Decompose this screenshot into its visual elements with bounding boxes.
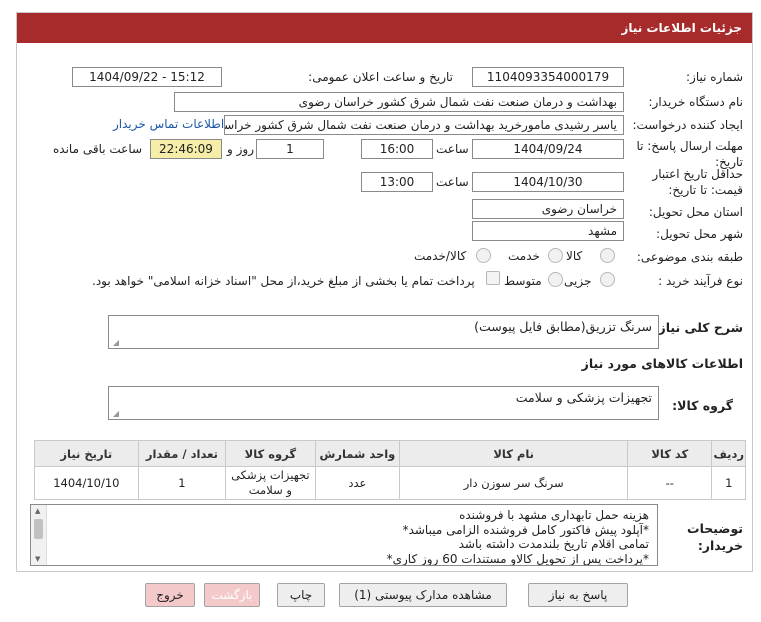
notes-line: *آپلود پیش فاکتور کامل فروشنده الزامی می… — [402, 522, 649, 537]
cell-need-date: 1404/10/10 — [34, 466, 139, 500]
general-desc-textarea[interactable]: سرنگ تزریق(مطابق فایل پیوست) ◢ — [108, 315, 659, 349]
deadline-time-label: ساعت — [436, 142, 469, 156]
purchase-radio-minor[interactable] — [600, 272, 615, 287]
deadline-days-label: روز و — [227, 142, 254, 156]
col-quantity: تعداد / مقدار — [137, 440, 227, 467]
need-number-label: شماره نیاز: — [686, 70, 743, 84]
exit-button[interactable]: خروج — [145, 583, 195, 607]
buyer-org-field: بهداشت و درمان صنعت نفت شمال شرق کشور خر… — [174, 92, 624, 112]
back-button[interactable]: بازگشت — [204, 583, 260, 607]
col-item-code: کد کالا — [627, 440, 713, 467]
notes-scrollbar[interactable]: ▲ ▼ — [31, 505, 47, 565]
cell-item-name: سرنگ سر سوزن دار — [399, 466, 629, 500]
notes-line: تمامی اقلام تاریخ بلندمدت داشته باشد — [458, 537, 649, 551]
buyer-contact-link[interactable]: اطلاعات تماس خریدار — [113, 117, 224, 131]
purchase-option-minor: جزیی — [564, 274, 592, 288]
announce-field: 1404/09/22 - 15:12 — [72, 67, 222, 87]
remaining-time-field: 22:46:09 — [150, 139, 222, 159]
cell-item-code: -- — [627, 466, 713, 500]
col-item-name: نام کالا — [399, 440, 629, 467]
scroll-thumb[interactable] — [34, 519, 43, 539]
notes-line: *پرداخت پس از تحویل کالاو مستندات 60 روز… — [386, 551, 649, 566]
panel-header: جزئیات اطلاعات نیاز — [17, 13, 752, 43]
page-title: جزئیات اطلاعات نیاز — [621, 21, 742, 35]
deadline-time-field: 16:00 — [361, 139, 433, 159]
col-need-date: تاریخ نیاز — [34, 440, 139, 467]
reply-button[interactable]: پاسخ به نیاز — [528, 583, 628, 607]
cell-unit: عدد — [314, 466, 401, 500]
creator-label: ایجاد کننده درخواست: — [632, 118, 743, 132]
purchase-type-label: نوع فرآیند خرید : — [658, 274, 743, 288]
treasury-payment-checkbox[interactable] — [486, 271, 500, 285]
notes-line: هزینه حمل تابهداری مشهد با فروشنده — [459, 508, 649, 522]
buyer-notes-box[interactable]: هزینه حمل تابهداری مشهد با فروشنده *آپلو… — [30, 504, 658, 566]
price-validity-label: حداقل تاریخ اعتبار قیمت: تا تاریخ: — [652, 167, 743, 197]
category-radio-service[interactable] — [548, 248, 563, 263]
need-number-field: 1104093354000179 — [472, 67, 624, 87]
goods-info-title: اطلاعات کالاهای مورد نیاز — [581, 356, 743, 371]
view-attachments-button[interactable]: مشاهده مدارک پیوستی (1) — [339, 583, 507, 607]
category-option-goods: کالا — [566, 249, 583, 263]
category-option-goods-service: کالا/خدمت — [414, 249, 467, 263]
announce-label: تاریخ و ساعت اعلان عمومی: — [308, 70, 453, 84]
price-validity-date-field: 1404/10/30 — [472, 172, 624, 192]
goods-group-textarea[interactable]: تجهیزات پزشکی و سلامت ◢ — [108, 386, 659, 420]
deadline-date-field: 1404/09/24 — [472, 139, 624, 159]
cell-item-group: تجهیزات پزشکی و سلامت — [225, 466, 316, 500]
purchase-radio-medium[interactable] — [548, 272, 563, 287]
col-unit: واحد شمارش — [314, 440, 401, 467]
general-desc-text: سرنگ تزریق(مطابق فایل پیوست) — [474, 319, 652, 334]
category-radio-goods-service[interactable] — [476, 248, 491, 263]
col-item-group: گروه کالا — [225, 440, 316, 467]
goods-group-label: گروه کالا: — [672, 398, 733, 413]
remaining-time-label: ساعت باقی مانده — [53, 142, 143, 156]
buyer-notes-label: توضیحات خریدار: — [687, 521, 743, 553]
creator-field: یاسر رشیدی مامورخرید بهداشت و درمان صنعت… — [224, 115, 624, 135]
province-field: خراسان رضوی — [472, 199, 624, 219]
scroll-down-icon[interactable]: ▼ — [35, 555, 40, 563]
table-header-row: ردیف کد کالا نام کالا واحد شمارش گروه کا… — [34, 440, 746, 467]
col-row-number: ردیف — [711, 440, 746, 467]
cell-row-number: 1 — [711, 466, 746, 500]
resize-handle-icon[interactable]: ◢ — [111, 339, 119, 347]
items-table: ردیف کد کالا نام کالا واحد شمارش گروه کا… — [34, 440, 746, 500]
deadline-days-field: 1 — [256, 139, 324, 159]
print-button[interactable]: چاپ — [277, 583, 325, 607]
city-label: شهر محل تحویل: — [656, 227, 743, 241]
price-validity-time-field: 13:00 — [361, 172, 433, 192]
cell-quantity: 1 — [137, 466, 227, 500]
table-row: 1 -- سرنگ سر سوزن دار عدد تجهیزات پزشکی … — [34, 466, 746, 500]
province-label: استان محل تحویل: — [648, 205, 743, 219]
category-label: طبقه بندی موضوعی: — [636, 250, 743, 264]
scroll-up-icon[interactable]: ▲ — [35, 507, 40, 515]
buyer-notes-text: هزینه حمل تابهداری مشهد با فروشنده *آپلو… — [51, 508, 649, 566]
purchase-option-medium: متوسط — [504, 274, 542, 288]
price-validity-time-label: ساعت — [436, 175, 469, 189]
resize-handle-icon[interactable]: ◢ — [111, 410, 119, 418]
treasury-payment-note: پرداخت تمام یا بخشی از مبلغ خرید،از محل … — [92, 274, 475, 288]
buyer-org-label: نام دستگاه خریدار: — [648, 95, 744, 109]
city-field: مشهد — [472, 221, 624, 241]
category-radio-goods[interactable] — [600, 248, 615, 263]
general-desc-label: شرح کلی نیاز: — [653, 320, 743, 335]
category-option-service: خدمت — [508, 249, 540, 263]
goods-group-text: تجهیزات پزشکی و سلامت — [515, 390, 652, 405]
